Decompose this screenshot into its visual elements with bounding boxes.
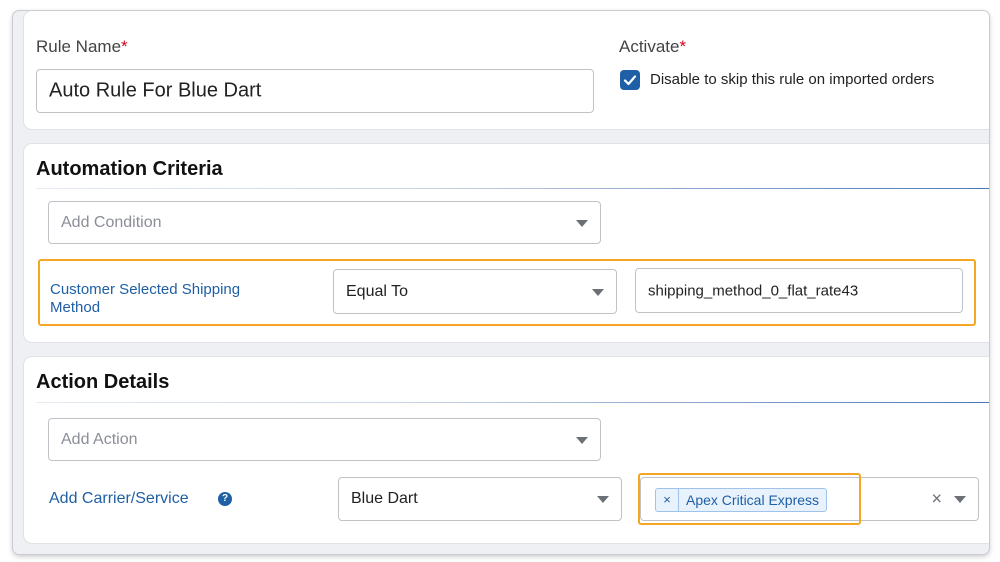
checkmark-icon	[623, 75, 637, 86]
add-condition-placeholder: Add Condition	[61, 213, 162, 231]
condition-value-text: shipping_method_0_flat_rate43	[648, 282, 859, 299]
service-tag-highlight	[638, 473, 861, 525]
rule-name-label-text: Rule Name	[36, 37, 122, 56]
section-divider	[36, 188, 989, 189]
condition-operator-select[interactable]: Equal To	[333, 269, 617, 314]
condition-field-label: Customer Selected Shipping Method	[50, 281, 241, 316]
required-asterisk: *	[679, 37, 687, 56]
add-action-placeholder: Add Action	[61, 430, 138, 448]
add-carrier-service-label: Add Carrier/Service	[49, 490, 189, 507]
condition-row-highlight: Customer Selected Shipping Method Equal …	[38, 259, 976, 326]
section-divider	[36, 402, 989, 403]
condition-value-input[interactable]: shipping_method_0_flat_rate43	[635, 268, 963, 313]
chevron-down-icon	[597, 496, 609, 503]
automation-criteria-card: Automation Criteria Add Condition Custom…	[24, 144, 989, 342]
rule-name-input[interactable]: Auto Rule For Blue Dart	[36, 69, 594, 113]
clear-icon[interactable]: ×	[931, 489, 942, 510]
automation-criteria-title: Automation Criteria	[36, 158, 223, 180]
chevron-down-icon	[576, 436, 588, 444]
activate-checkbox[interactable]	[620, 70, 640, 90]
activate-description: Disable to skip this rule on imported or…	[650, 71, 935, 88]
chevron-down-icon	[576, 219, 588, 227]
action-details-title: Action Details	[36, 371, 170, 393]
rule-settings-card: Rule Name* Auto Rule For Blue Dart Activ…	[24, 11, 989, 129]
rule-name-value: Auto Rule For Blue Dart	[49, 79, 262, 102]
rule-form-window: Rule Name* Auto Rule For Blue Dart Activ…	[13, 11, 989, 554]
condition-operator-value: Equal To	[346, 282, 408, 300]
chevron-down-icon[interactable]	[954, 496, 966, 503]
add-action-select[interactable]: Add Action	[48, 418, 601, 461]
carrier-select[interactable]: Blue Dart	[338, 477, 622, 521]
chevron-down-icon	[592, 288, 604, 296]
add-condition-select[interactable]: Add Condition	[48, 201, 601, 244]
action-details-card: Action Details Add Action Add Carrier/Se…	[24, 357, 989, 543]
required-asterisk: *	[121, 37, 128, 56]
help-icon[interactable]: ?	[218, 492, 232, 506]
rule-name-label: Rule Name*	[36, 37, 128, 57]
activate-label-text: Activate	[619, 37, 680, 56]
carrier-value: Blue Dart	[351, 490, 418, 507]
activate-label: Activate*	[619, 37, 686, 57]
